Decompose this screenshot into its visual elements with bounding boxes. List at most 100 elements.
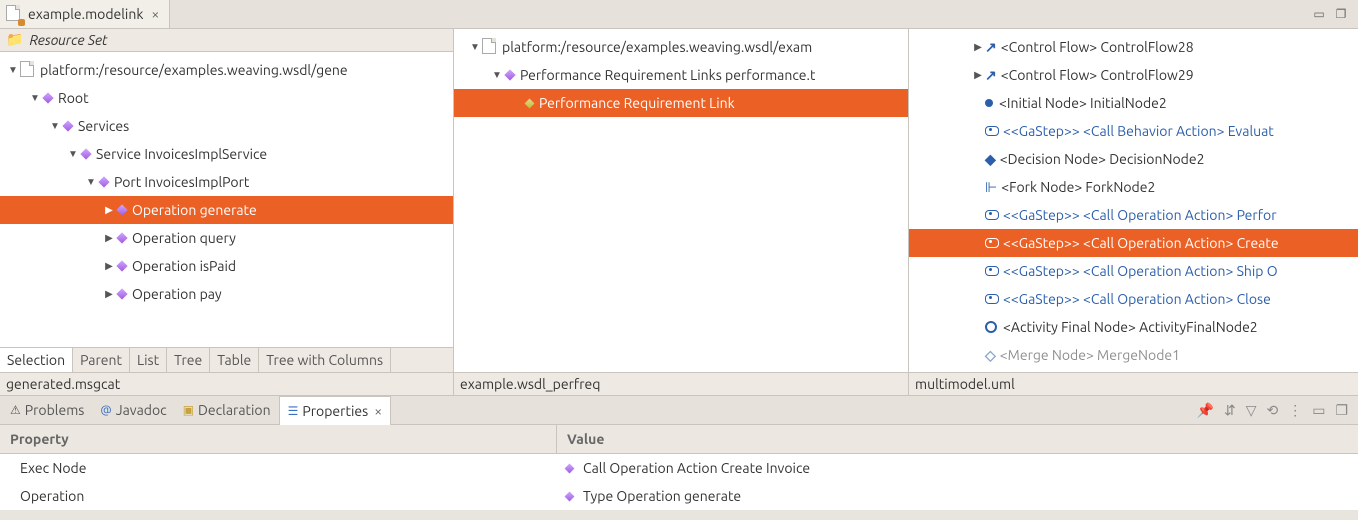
- maximize-view-icon[interactable]: ❐: [1335, 402, 1348, 419]
- tab-table[interactable]: Table: [210, 348, 259, 372]
- expand-icon[interactable]: ▼: [48, 120, 62, 132]
- right-pane: ▶ ↗ <Control Flow> ControlFlow28 ▶ ↗ <Co…: [909, 29, 1358, 395]
- root-label: Root: [58, 90, 89, 106]
- property-column-header[interactable]: Property: [0, 425, 557, 453]
- expand-icon[interactable]: ▼: [84, 176, 98, 188]
- expand-icon[interactable]: ▶: [102, 232, 116, 244]
- expand-icon[interactable]: ▼: [468, 41, 482, 53]
- folder-icon: 📁: [6, 31, 23, 48]
- middle-pane: ▼ platform:/resource/examples.weaving.ws…: [454, 29, 909, 395]
- pin-icon[interactable]: 📌: [1197, 402, 1214, 419]
- tree-services[interactable]: ▼ Services: [0, 112, 453, 140]
- model-element-icon: [116, 260, 127, 271]
- merge-icon: ◇: [985, 347, 996, 364]
- editor-body: 📁 Resource Set ▼ platform:/resource/exam…: [0, 29, 1358, 395]
- menu-icon[interactable]: ⋮: [1288, 402, 1302, 419]
- tree-op-query[interactable]: ▶ Operation query: [0, 224, 453, 252]
- tree-op-generate[interactable]: ▶ Operation generate: [0, 196, 453, 224]
- tree-resource-root[interactable]: ▼ platform:/resource/examples.weaving.ws…: [0, 56, 453, 84]
- op-pay-label: Operation pay: [132, 286, 222, 302]
- middle-file-label[interactable]: example.wsdl_perfreq: [454, 372, 908, 395]
- property-value: Type Operation generate: [583, 488, 741, 504]
- close-view-icon[interactable]: ×: [374, 403, 382, 419]
- tab-properties[interactable]: ☰ Properties ×: [279, 396, 391, 425]
- expand-icon[interactable]: ▼: [490, 69, 504, 81]
- properties-header-row: Property Value: [0, 425, 1358, 454]
- tree-eval[interactable]: <<GaStep>> <Call Behavior Action> Evalua…: [909, 117, 1358, 145]
- expand-icon[interactable]: ▶: [102, 260, 116, 272]
- perf-label: <<GaStep>> <Call Operation Action> Perfo…: [1003, 207, 1277, 223]
- op-ispaid-label: Operation isPaid: [132, 258, 236, 274]
- expand-icon[interactable]: ▼: [66, 148, 80, 160]
- tab-declaration[interactable]: ▣ Declaration: [175, 396, 279, 424]
- expand-icon[interactable]: ▶: [102, 288, 116, 300]
- tab-tree[interactable]: Tree: [167, 348, 210, 372]
- tree-merge[interactable]: ◇ <Merge Node> MergeNode1: [909, 341, 1358, 369]
- tab-problems[interactable]: ⚠ Problems: [2, 396, 92, 424]
- minimize-view-icon[interactable]: ▭: [1312, 402, 1325, 419]
- left-tree[interactable]: ▼ platform:/resource/examples.weaving.ws…: [0, 52, 453, 347]
- filter-icon[interactable]: ▽: [1246, 402, 1257, 419]
- javadoc-label: Javadoc: [116, 402, 167, 418]
- final-label: <Activity Final Node> ActivityFinalNode2: [1003, 319, 1258, 335]
- port-label: Port InvoicesImplPort: [114, 174, 249, 190]
- tree-fork[interactable]: ⊩ <Fork Node> ForkNode2: [909, 173, 1358, 201]
- links-container-label: Performance Requirement Links performanc…: [520, 67, 815, 83]
- expand-icon[interactable]: ▼: [6, 64, 20, 76]
- maximize-icon[interactable]: ❐: [1334, 7, 1348, 21]
- resource-set-label: Resource Set: [29, 32, 107, 48]
- expand-icon[interactable]: ▶: [102, 204, 116, 216]
- expand-icon[interactable]: ▶: [971, 69, 985, 81]
- ship-label: <<GaStep>> <Call Operation Action> Ship …: [1003, 263, 1278, 279]
- middle-tree[interactable]: ▼ platform:/resource/examples.weaving.ws…: [454, 29, 908, 372]
- link-item-label: Performance Requirement Link: [539, 95, 735, 111]
- tree-decision[interactable]: ◆ <Decision Node> DecisionNode2: [909, 145, 1358, 173]
- tree-port[interactable]: ▼ Port InvoicesImplPort: [0, 168, 453, 196]
- right-tree[interactable]: ▶ ↗ <Control Flow> ControlFlow28 ▶ ↗ <Co…: [909, 29, 1358, 372]
- tree-link-item[interactable]: Performance Requirement Link: [454, 89, 908, 117]
- close-tab-icon[interactable]: ×: [149, 6, 161, 22]
- properties-label: Properties: [302, 403, 368, 419]
- tree-root[interactable]: ▼ Root: [0, 84, 453, 112]
- tab-parent[interactable]: Parent: [73, 348, 130, 372]
- tree-final[interactable]: <Activity Final Node> ActivityFinalNode2: [909, 313, 1358, 341]
- tree-close[interactable]: <<GaStep>> <Call Operation Action> Close: [909, 285, 1358, 313]
- callaction-icon: [985, 238, 999, 248]
- tree-op-pay[interactable]: ▶ Operation pay: [0, 280, 453, 308]
- tree-controlflow29[interactable]: ▶ ↗ <Control Flow> ControlFlow29: [909, 61, 1358, 89]
- fork-label: <Fork Node> ForkNode2: [1001, 179, 1155, 195]
- left-file-label[interactable]: generated.msgcat: [0, 372, 453, 395]
- create-label: <<GaStep>> <Call Operation Action> Creat…: [1003, 235, 1279, 251]
- tab-javadoc[interactable]: @ Javadoc: [92, 396, 174, 424]
- right-file-label[interactable]: multimodel.uml: [909, 372, 1358, 395]
- tree-mode-icon[interactable]: ⇵: [1224, 402, 1236, 419]
- minimize-icon[interactable]: ▭: [1312, 7, 1326, 21]
- tree-op-ispaid[interactable]: ▶ Operation isPaid: [0, 252, 453, 280]
- tree-service[interactable]: ▼ Service InvoicesImplService: [0, 140, 453, 168]
- editor-file-tab[interactable]: example.modelink ×: [0, 0, 170, 28]
- model-element-icon: [80, 148, 91, 159]
- property-row-execnode[interactable]: Exec Node Call Operation Action Create I…: [0, 454, 1358, 482]
- restore-icon[interactable]: ⟲: [1266, 402, 1278, 419]
- tree-resource-root[interactable]: ▼ platform:/resource/examples.weaving.ws…: [454, 33, 908, 61]
- tree-controlflow28[interactable]: ▶ ↗ <Control Flow> ControlFlow28: [909, 33, 1358, 61]
- controlflow-icon: ↗: [985, 39, 997, 56]
- tree-perf[interactable]: <<GaStep>> <Call Operation Action> Perfo…: [909, 201, 1358, 229]
- tree-links-container[interactable]: ▼ Performance Requirement Links performa…: [454, 61, 908, 89]
- property-name: Exec Node: [0, 460, 556, 476]
- controlflow-icon: ↗: [985, 67, 997, 84]
- expand-icon[interactable]: ▼: [28, 92, 42, 104]
- tree-ship[interactable]: <<GaStep>> <Call Operation Action> Ship …: [909, 257, 1358, 285]
- modelink-file-icon: [6, 5, 22, 24]
- expand-icon[interactable]: ▶: [971, 41, 985, 53]
- tab-tree-columns[interactable]: Tree with Columns: [259, 348, 391, 372]
- dec-label: <Decision Node> DecisionNode2: [1000, 151, 1205, 167]
- tree-initialnode[interactable]: <Initial Node> InitialNode2: [909, 89, 1358, 117]
- property-name: Operation: [0, 488, 556, 504]
- property-row-operation[interactable]: Operation Type Operation generate: [0, 482, 1358, 510]
- decision-icon: ◆: [985, 151, 996, 168]
- tab-list[interactable]: List: [130, 348, 167, 372]
- tree-create[interactable]: <<GaStep>> <Call Operation Action> Creat…: [909, 229, 1358, 257]
- tab-selection[interactable]: Selection: [0, 348, 73, 372]
- value-column-header[interactable]: Value: [557, 425, 614, 453]
